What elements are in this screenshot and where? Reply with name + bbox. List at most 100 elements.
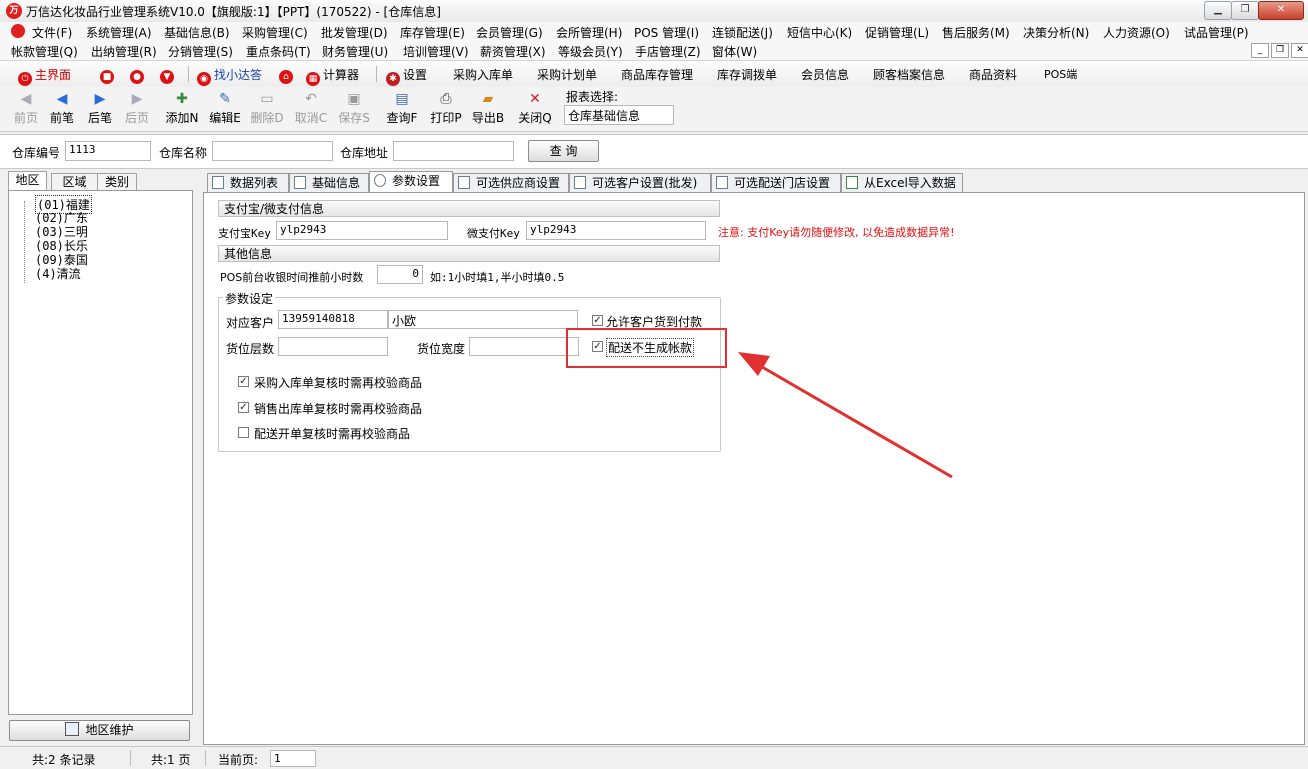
mdi-minimize-icon[interactable]: _	[1251, 43, 1269, 58]
region-maintain-button[interactable]: 地区维护	[9, 720, 190, 741]
menu-cashier[interactable]: 出纳管理(R)	[91, 43, 157, 60]
menu-barcode[interactable]: 重点条码(T)	[246, 43, 311, 60]
query-search-button[interactable]: 查 询	[528, 140, 599, 162]
menu-trial[interactable]: 试品管理(P)	[1184, 24, 1249, 41]
quick-transfer[interactable]: 库存调拨单	[717, 66, 777, 83]
menu-level-member[interactable]: 等级会员(Y)	[558, 43, 623, 60]
params-group-title: 参数设定	[223, 290, 276, 307]
report-select[interactable]: 仓库基础信息	[564, 105, 674, 125]
tab-parameters[interactable]: 参数设置	[369, 171, 453, 192]
print-button[interactable]: ⎙ 打印P	[427, 89, 465, 126]
tab-customer-settings[interactable]: 可选客户设置(批发)	[569, 173, 711, 192]
width-input[interactable]	[469, 337, 579, 356]
shield-button[interactable]: ▼	[160, 66, 177, 84]
quick-purchase-plan[interactable]: 采购计划单	[537, 66, 597, 83]
menu-purchase[interactable]: 采购管理(C)	[242, 24, 308, 41]
menu-wholesale[interactable]: 批发管理(D)	[321, 24, 388, 41]
check-delivery-verify-checkbox[interactable]	[238, 427, 249, 438]
quick-member-info[interactable]: 会员信息	[801, 66, 849, 83]
quick-purchase-in[interactable]: 采购入库单	[453, 66, 513, 83]
tab-region[interactable]: 地区	[8, 171, 47, 190]
add-button[interactable]: ✚ 添加N	[163, 89, 201, 126]
tab-category[interactable]: 类别	[97, 173, 137, 190]
app-menu-icon[interactable]	[11, 24, 25, 38]
chat-button[interactable]: ●	[130, 66, 147, 84]
store-icon	[716, 176, 728, 189]
prev-record-button[interactable]: ◀ 前笔	[43, 89, 81, 126]
query-button[interactable]: ▤ 查询F	[383, 89, 421, 126]
quick-customer-file[interactable]: 顾客档案信息	[873, 66, 945, 83]
cancel-button[interactable]: ↶ 取消C	[292, 89, 330, 126]
tab-supplier-settings[interactable]: 可选供应商设置	[453, 173, 569, 192]
current-page-input[interactable]: 1	[270, 750, 316, 767]
alipay-key-input[interactable]: ylp2943	[276, 221, 448, 240]
menu-file[interactable]: 文件(F)	[32, 24, 72, 41]
menu-analysis[interactable]: 决策分析(N)	[1023, 24, 1089, 41]
menu-salary[interactable]: 薪资管理(X)	[480, 43, 546, 60]
tab-area[interactable]: 区域	[51, 173, 98, 190]
menu-promotion[interactable]: 促销管理(L)	[865, 24, 929, 41]
customer-code-input[interactable]: 13959140818	[278, 310, 388, 329]
calculator-link[interactable]: ▦ 计算器	[306, 66, 359, 86]
last-page-button[interactable]: ▶ 后页	[118, 89, 156, 126]
menu-system[interactable]: 系统管理(A)	[86, 24, 152, 41]
tab-excel-import[interactable]: 从Excel导入数据	[841, 173, 963, 192]
export-icon: ▰	[482, 91, 494, 107]
edit-button[interactable]: ✎ 编辑E	[206, 89, 244, 126]
mdi-restore-icon[interactable]: ❐	[1271, 43, 1289, 58]
wechat-key-input[interactable]: ylp2943	[526, 221, 706, 240]
quick-pos[interactable]: POS端	[1044, 66, 1077, 82]
menu-training[interactable]: 培训管理(V)	[403, 43, 469, 60]
tree-item-qingliu[interactable]: (4)清流	[35, 265, 81, 282]
warehouse-address-input[interactable]	[393, 141, 514, 161]
menu-pos[interactable]: POS 管理(I)	[634, 24, 699, 41]
mdi-close-icon[interactable]: ✕	[1291, 43, 1308, 58]
key-warning-text: 注意: 支付Key请勿随便修改, 以免造成数据异常!	[718, 226, 955, 239]
home-link[interactable]: ⏻ 主界面	[18, 66, 71, 86]
customer-name-input[interactable]: 小欧	[388, 310, 578, 329]
check-purchase-verify-checkbox[interactable]: ✓	[238, 376, 249, 387]
menu-finance[interactable]: 财务管理(U)	[322, 43, 388, 60]
next-record-button[interactable]: ▶ 后笔	[81, 89, 119, 126]
find-helper-link[interactable]: ◉ 找小达答	[197, 66, 262, 86]
export-button[interactable]: ▰ 导出B	[469, 89, 507, 126]
house-button[interactable]: ⌂	[279, 66, 296, 84]
report-select-label: 报表选择:	[566, 90, 619, 104]
close-window-button[interactable]: ✕	[1258, 1, 1304, 20]
delete-button[interactable]: ▭ 删除D	[248, 89, 286, 126]
restore-button[interactable]: ❐	[1231, 1, 1259, 20]
width-label: 货位宽度	[417, 342, 466, 356]
layers-input[interactable]	[278, 337, 388, 356]
warehouse-name-input[interactable]	[212, 141, 333, 161]
supplier-icon	[458, 176, 470, 189]
pos-hours-input[interactable]: 0	[377, 265, 423, 284]
lock-button[interactable]: ■	[100, 66, 117, 84]
menu-chain[interactable]: 连锁配送(J)	[712, 24, 773, 41]
menu-accounts[interactable]: 帐款管理(Q)	[11, 43, 78, 60]
menu-hr[interactable]: 人力资源(O)	[1103, 24, 1170, 41]
pos-hours-label: POS前台收银时间推前小时数	[220, 271, 364, 284]
allow-cod-checkbox[interactable]: ✓	[592, 315, 603, 326]
menu-window[interactable]: 窗体(W)	[712, 43, 757, 60]
quick-stock-manage[interactable]: 商品库存管理	[621, 66, 693, 83]
quick-product-info[interactable]: 商品资料	[969, 66, 1017, 83]
minimize-button[interactable]: ▁	[1204, 1, 1232, 20]
menu-after-sales[interactable]: 售后服务(M)	[942, 24, 1010, 41]
settings-link[interactable]: ✱ 设置	[386, 66, 427, 86]
menu-sms[interactable]: 短信中心(K)	[787, 24, 852, 41]
menu-distribution[interactable]: 分销管理(S)	[168, 43, 233, 60]
tab-basic-info[interactable]: 基础信息	[289, 173, 369, 192]
tab-delivery-store-settings[interactable]: 可选配送门店设置	[711, 173, 841, 192]
warehouse-code-input[interactable]: 1113	[65, 141, 151, 161]
menu-store[interactable]: 手店管理(Z)	[635, 43, 701, 60]
menu-inventory[interactable]: 库存管理(E)	[400, 24, 465, 41]
check-sales-verify-checkbox[interactable]: ✓	[238, 402, 249, 413]
menu-club[interactable]: 会所管理(H)	[556, 24, 622, 41]
first-page-button[interactable]: ◀ 前页	[7, 89, 45, 126]
save-button[interactable]: ▣ 保存S	[335, 89, 373, 126]
menu-member[interactable]: 会员管理(G)	[476, 24, 543, 41]
menu-basic-info[interactable]: 基础信息(B)	[164, 24, 230, 41]
tab-data-list[interactable]: 数据列表	[207, 173, 289, 192]
save-icon: ▣	[347, 91, 361, 107]
close-button[interactable]: ✕ 关闭Q	[516, 89, 554, 126]
